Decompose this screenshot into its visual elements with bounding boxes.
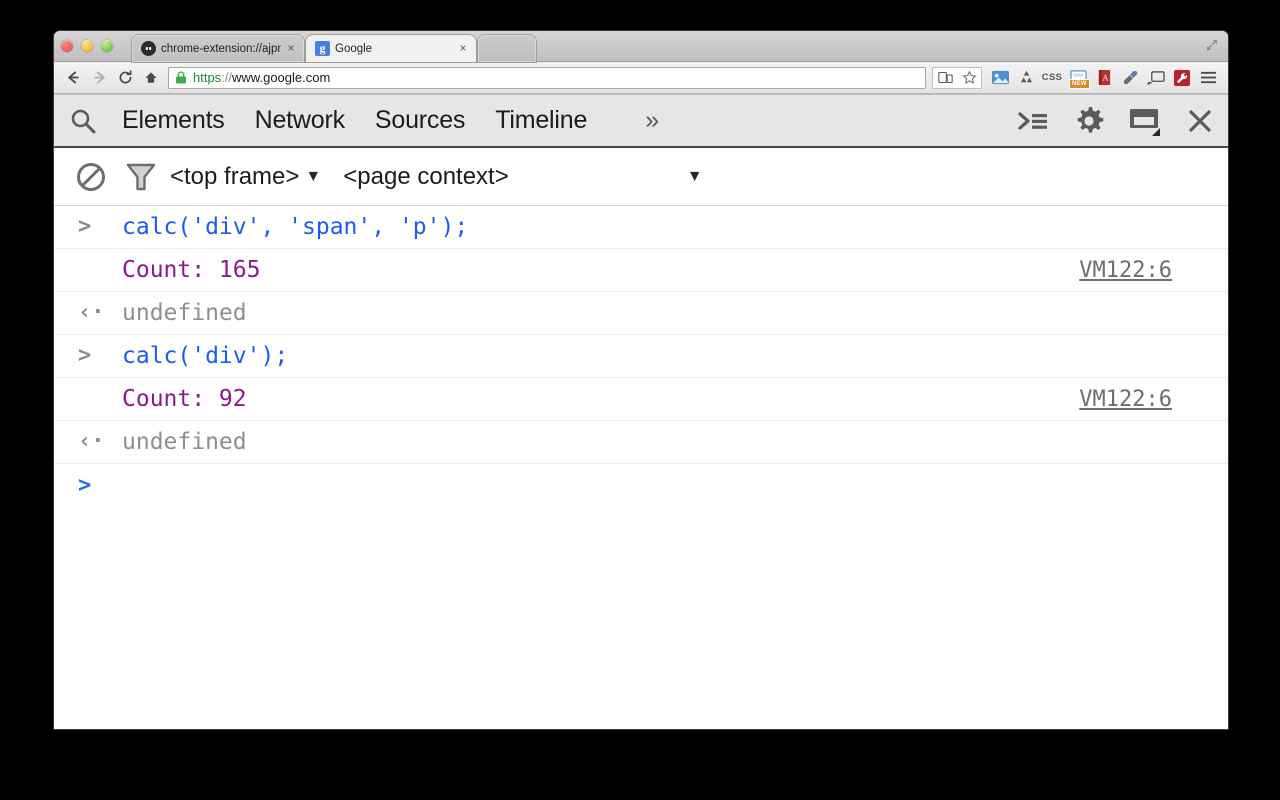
new-badge-label: NEW <box>1069 79 1090 89</box>
css-label: CSS <box>1042 72 1062 83</box>
devtools-overflow-icon[interactable]: » <box>645 106 659 135</box>
console-prompt-row[interactable]: > <box>54 464 1228 507</box>
tab-network[interactable]: Network <box>255 106 345 135</box>
new-badge-extension-icon[interactable]: NEW <box>1066 66 1090 90</box>
tab-title: chrome-extension://ajpmf <box>161 43 281 55</box>
bookmark-star-icon[interactable] <box>957 66 981 90</box>
google-icon: g <box>315 41 330 56</box>
console-log-text: Count: 165 <box>122 257 260 283</box>
result-marker: ‹· <box>78 302 122 324</box>
console-log-text: Count: 92 <box>122 386 247 412</box>
tab-sources[interactable]: Sources <box>375 106 465 135</box>
cast-extension-icon[interactable] <box>1144 66 1168 90</box>
console-row-result[interactable]: ‹· undefined <box>54 292 1228 335</box>
tab-timeline[interactable]: Timeline <box>495 106 587 135</box>
close-icon[interactable]: × <box>284 42 298 56</box>
reload-icon[interactable] <box>112 65 138 91</box>
dictionary-extension-icon[interactable]: A <box>1092 66 1116 90</box>
inspect-search-icon[interactable] <box>68 106 112 136</box>
address-bar[interactable]: https://www.google.com <box>168 67 926 89</box>
home-icon[interactable] <box>138 65 164 91</box>
source-link[interactable]: VM122:6 <box>1079 387 1172 412</box>
console-row-input[interactable]: > calc('div', 'span', 'p'); <box>54 206 1228 249</box>
navigation-toolbar: https://www.google.com CSS <box>54 62 1228 94</box>
svg-text:A: A <box>1102 72 1109 82</box>
window-controls <box>61 40 113 52</box>
tab-elements[interactable]: Elements <box>122 106 225 135</box>
eyedropper-extension-icon[interactable] <box>1118 66 1142 90</box>
url-host: www.google.com <box>232 70 330 85</box>
console-row-input[interactable]: > calc('div'); <box>54 335 1228 378</box>
chevron-down-icon[interactable]: ▼ <box>687 169 703 185</box>
hamburger-menu-icon[interactable] <box>1196 66 1220 90</box>
devtools-panel: Elements Network Sources Timeline » <box>54 94 1228 729</box>
gear-settings-icon[interactable] <box>1072 104 1106 138</box>
source-link[interactable]: VM122:6 <box>1079 258 1172 283</box>
browser-tab-google[interactable]: g Google × <box>306 35 476 62</box>
console-row-log[interactable]: Count: 92 VM122:6 <box>54 378 1228 421</box>
frame-selector-label: <top frame> <box>170 163 299 191</box>
context-selector[interactable]: <page context> <box>343 163 508 191</box>
tab-strip: chrome-extension://ajpmf × g Google × <box>54 31 1228 62</box>
clear-console-icon[interactable] <box>74 160 112 194</box>
prompt-marker: > <box>78 475 122 497</box>
devtools-toolbar: Elements Network Sources Timeline » <box>54 95 1228 148</box>
dock-position-icon[interactable] <box>1128 104 1164 138</box>
close-devtools-icon[interactable] <box>1186 107 1214 135</box>
devtools-toolbar-actions <box>1016 104 1218 138</box>
filter-funnel-icon[interactable] <box>112 160 170 194</box>
devtools-tab-list: Elements Network Sources Timeline » <box>122 106 659 135</box>
context-selector-label: <page context> <box>343 163 508 191</box>
prompt-marker: > <box>78 345 122 367</box>
result-marker: ‹· <box>78 431 122 453</box>
url-scheme: https <box>193 70 221 85</box>
console-code-text: calc('div'); <box>122 343 288 369</box>
back-arrow-icon[interactable] <box>60 65 86 91</box>
lock-icon <box>175 71 187 84</box>
close-window-button[interactable] <box>61 40 73 52</box>
console-row-result[interactable]: ‹· undefined <box>54 421 1228 464</box>
maximize-icon[interactable] <box>1204 37 1220 53</box>
tab-title: Google <box>335 43 453 55</box>
chevron-down-icon: ▼ <box>305 169 321 185</box>
console-code-text: calc('div', 'span', 'p'); <box>122 214 468 240</box>
forward-arrow-icon[interactable] <box>86 65 112 91</box>
frame-selector[interactable]: <top frame> ▼ <box>170 163 321 191</box>
bookmark-group <box>932 67 982 89</box>
console-filter-bar: <top frame> ▼ <page context> ▼ <box>54 148 1228 206</box>
new-tab-button[interactable] <box>478 35 536 62</box>
recycle-extension-icon[interactable] <box>1014 66 1038 90</box>
mobile-emulation-icon[interactable] <box>933 66 957 90</box>
wrench-extension-icon[interactable] <box>1170 66 1194 90</box>
minimize-window-button[interactable] <box>81 40 93 52</box>
extension-icon <box>141 41 156 56</box>
console-row-log[interactable]: Count: 165 VM122:6 <box>54 249 1228 292</box>
close-icon[interactable]: × <box>456 42 470 56</box>
extension-toolbar: CSS NEW A <box>932 66 1220 90</box>
image-extension-icon[interactable] <box>988 66 1012 90</box>
console-result-text: undefined <box>122 429 247 455</box>
prompt-marker: > <box>78 216 122 238</box>
console-result-text: undefined <box>122 300 247 326</box>
zoom-window-button[interactable] <box>101 40 113 52</box>
console-output[interactable]: > calc('div', 'span', 'p'); Count: 165 V… <box>54 206 1228 729</box>
browser-tab-extension[interactable]: chrome-extension://ajpmf × <box>132 35 304 62</box>
css-extension-icon[interactable]: CSS <box>1040 66 1064 90</box>
browser-window: chrome-extension://ajpmf × g Google × <box>54 31 1228 729</box>
url-separator: :// <box>221 70 232 85</box>
console-drawer-icon[interactable] <box>1016 106 1050 136</box>
